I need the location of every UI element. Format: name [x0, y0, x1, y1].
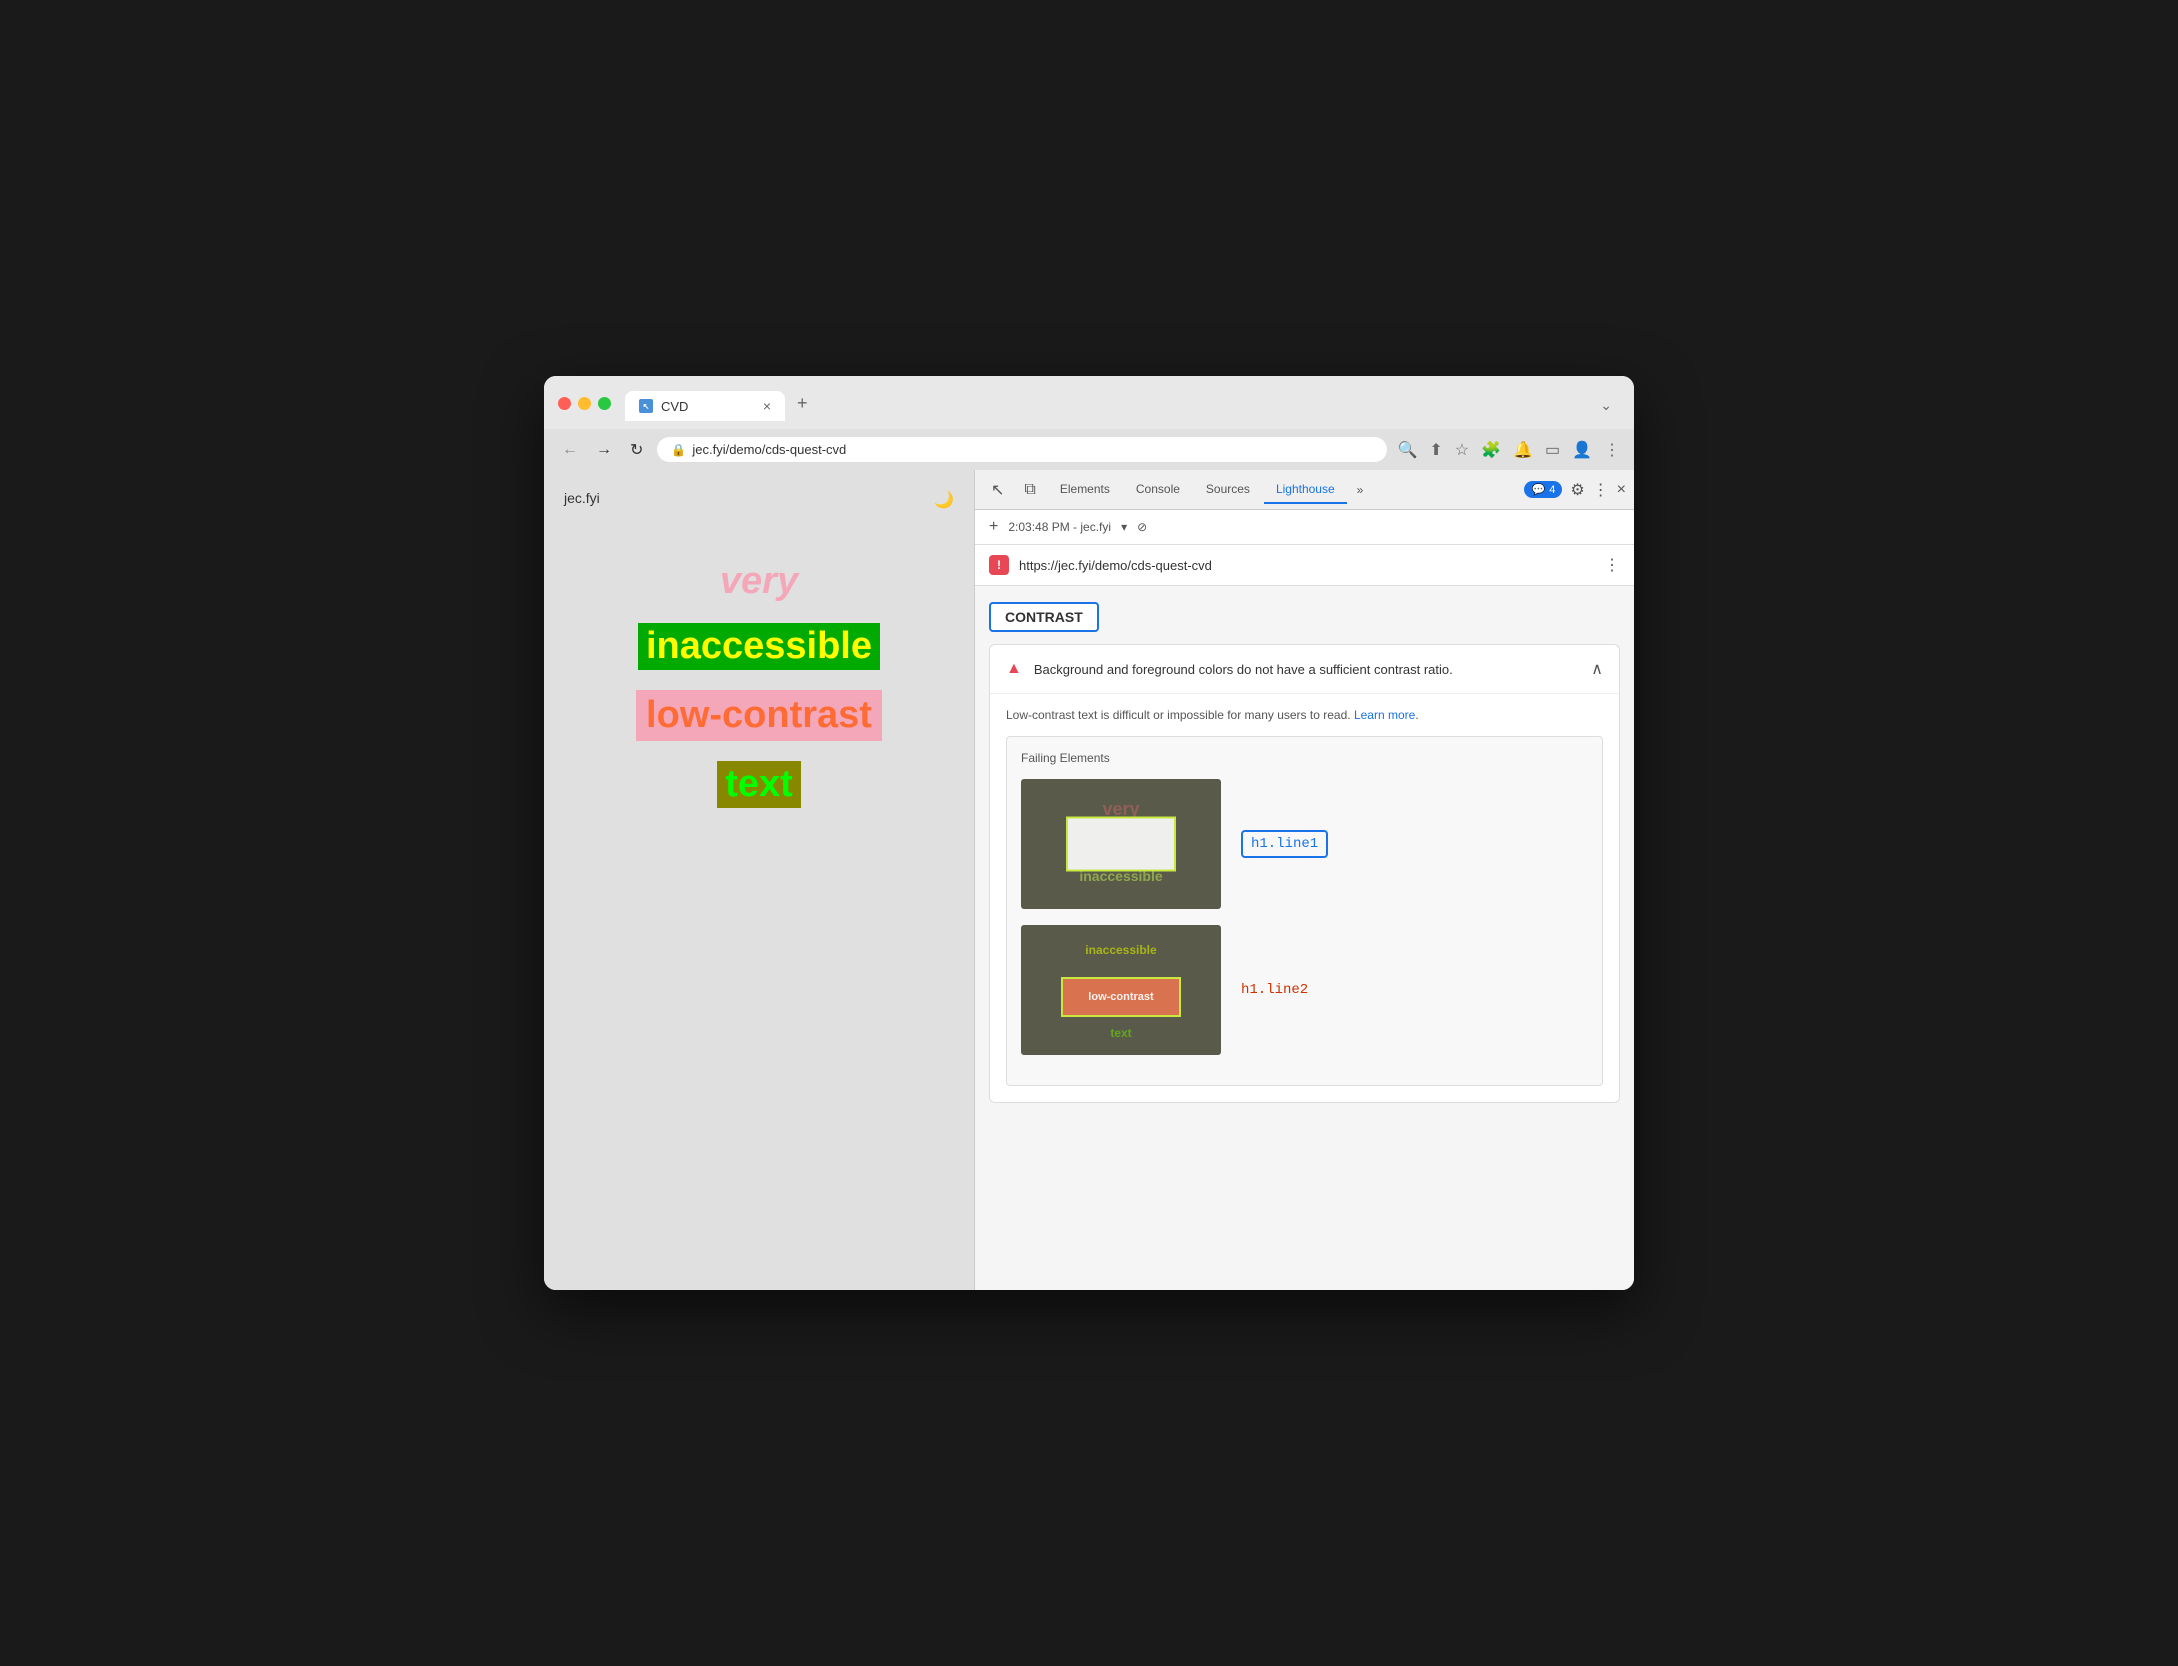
no-throttle-icon[interactable]: ⊘ [1137, 520, 1147, 534]
element-label-2[interactable]: h1.line2 [1241, 982, 1308, 998]
moon-icon[interactable]: 🌙 [934, 490, 954, 510]
thumbnail-highlight-1 [1066, 817, 1176, 872]
audit-card-header: ▲ Background and foreground colors do no… [990, 645, 1619, 694]
lighthouse-warning-icon: ! [989, 555, 1009, 575]
element-thumbnail-2: inaccessible low-contrast text [1021, 925, 1221, 1055]
devtools-toolbar: ↖ ⧉ Elements Console Sources Lighthouse … [975, 470, 1634, 510]
settings-icon[interactable]: ⚙ [1570, 480, 1584, 500]
thumbnail2-highlight: low-contrast [1061, 977, 1181, 1017]
word-very: very [720, 560, 798, 603]
traffic-light-red[interactable] [558, 397, 571, 410]
back-button[interactable]: ← [558, 439, 582, 461]
element-picker-icon[interactable]: ↖ [983, 476, 1012, 504]
webpage-preview: jec.fyi 🌙 very inaccessible low-contrast… [544, 470, 974, 1290]
failing-elements-title: Failing Elements [1021, 751, 1588, 765]
share-icon[interactable]: ⬆ [1429, 440, 1442, 460]
thumbnail2-text: text [1110, 1026, 1131, 1040]
tab-console[interactable]: Console [1124, 476, 1192, 504]
period: . [1415, 708, 1418, 722]
url-bar[interactable]: 🔒 jec.fyi/demo/cds-quest-cvd [657, 437, 1387, 462]
forward-button[interactable]: → [592, 439, 616, 461]
more-tabs-button[interactable]: » [1349, 477, 1372, 503]
refresh-button[interactable]: ↻ [626, 438, 647, 462]
search-icon[interactable]: 🔍 [1397, 440, 1417, 460]
tab-close-button[interactable]: × [763, 398, 771, 414]
tab-bar: ↖ CVD × + ⌄ [625, 386, 1620, 421]
devtools-panel: ↖ ⧉ Elements Console Sources Lighthouse … [974, 470, 1634, 1290]
url-text: jec.fyi/demo/cds-quest-cvd [692, 442, 1373, 457]
more-options-icon[interactable]: ⋮ [1593, 480, 1609, 500]
traffic-light-yellow[interactable] [578, 397, 591, 410]
thumbnail-overlay-bottom: inaccessible [1079, 868, 1162, 884]
element-label-1[interactable]: h1.line1 [1241, 830, 1328, 858]
session-info: 2:03:48 PM - jec.fyi [1008, 520, 1111, 534]
tabs-chevron-icon[interactable]: ⌄ [1592, 390, 1620, 421]
new-tab-button[interactable]: + [785, 386, 820, 421]
browser-window: ↖ CVD × + ⌄ ← → ↻ 🔒 jec.fyi/demo/cds-que… [544, 376, 1634, 1290]
site-title: jec.fyi [564, 490, 600, 510]
collapse-icon[interactable]: ∧ [1591, 659, 1603, 679]
session-chevron-icon[interactable]: ▾ [1121, 520, 1127, 534]
badge-count: 4 [1549, 484, 1555, 496]
address-bar: ← → ↻ 🔒 jec.fyi/demo/cds-quest-cvd 🔍 ⬆ ☆… [544, 429, 1634, 470]
lighthouse-header: + 2:03:48 PM - jec.fyi ▾ ⊘ [975, 510, 1634, 545]
profile-icon[interactable]: 👤 [1572, 440, 1592, 460]
menu-icon[interactable]: ⋮ [1604, 440, 1620, 460]
address-bar-icons: 🔍 ⬆ ☆ 🧩 🔔 ▭ 👤 ⋮ [1397, 440, 1620, 460]
failing-elements-section: Failing Elements very inaccessible h1.li… [1006, 736, 1603, 1086]
main-content: jec.fyi 🌙 very inaccessible low-contrast… [544, 470, 1634, 1290]
traffic-lights [558, 397, 611, 410]
contrast-button-container: CONTRAST [975, 586, 1634, 644]
feedback-badge[interactable]: 💬 4 [1524, 481, 1562, 498]
close-devtools-icon[interactable]: × [1617, 481, 1626, 499]
lighthouse-url-bar: ! https://jec.fyi/demo/cds-quest-cvd ⋮ [975, 545, 1634, 586]
lock-icon: 🔒 [671, 443, 686, 457]
audit-description: Low-contrast text is difficult or imposs… [990, 694, 1619, 736]
tab-favicon: ↖ [639, 399, 653, 413]
audit-card: ▲ Background and foreground colors do no… [989, 644, 1620, 1103]
audit-header-text: Background and foreground colors do not … [1034, 662, 1579, 677]
tab-sources[interactable]: Sources [1194, 476, 1262, 504]
tab-elements[interactable]: Elements [1048, 476, 1122, 504]
window-icon[interactable]: ▭ [1545, 440, 1560, 460]
devtools-actions: 💬 4 ⚙ ⋮ × [1524, 480, 1626, 500]
thumbnail2-inner-text: low-contrast [1088, 991, 1153, 1003]
contrast-filter-button[interactable]: CONTRAST [989, 602, 1099, 632]
bookmark-icon[interactable]: ☆ [1455, 440, 1469, 460]
feedback-icon: 💬 [1531, 483, 1545, 496]
thumbnail2-inaccessible: inaccessible [1085, 943, 1156, 957]
lighthouse-url-more-icon[interactable]: ⋮ [1604, 555, 1620, 575]
failing-element-row-1: very inaccessible h1.line1 [1021, 779, 1588, 909]
element-thumbnail-1: very inaccessible [1021, 779, 1221, 909]
failing-element-row-2: inaccessible low-contrast text h1.line2 [1021, 925, 1588, 1055]
traffic-light-green[interactable] [598, 397, 611, 410]
active-tab[interactable]: ↖ CVD × [625, 391, 785, 421]
devtools-tabs: Elements Console Sources Lighthouse » [1048, 476, 1521, 504]
audit-desc-text: Low-contrast text is difficult or imposs… [1006, 708, 1351, 722]
extensions-icon[interactable]: 🧩 [1481, 440, 1501, 460]
tab-lighthouse[interactable]: Lighthouse [1264, 476, 1347, 504]
learn-more-link[interactable]: Learn more [1354, 708, 1415, 722]
word-low-contrast: low-contrast [636, 690, 882, 741]
webpage-header: jec.fyi 🌙 [564, 490, 954, 510]
device-emulation-icon[interactable]: ⧉ [1016, 477, 1043, 503]
notification-icon[interactable]: 🔔 [1513, 440, 1533, 460]
webpage-content: very inaccessible low-contrast text [564, 540, 954, 808]
new-audit-button[interactable]: + [989, 518, 998, 536]
tab-title: CVD [661, 399, 688, 414]
title-bar: ↖ CVD × + ⌄ [544, 376, 1634, 429]
lighthouse-url: https://jec.fyi/demo/cds-quest-cvd [1019, 558, 1594, 573]
warning-triangle-icon: ▲ [1006, 660, 1022, 678]
word-inaccessible: inaccessible [638, 623, 880, 670]
word-text: text [717, 761, 801, 808]
